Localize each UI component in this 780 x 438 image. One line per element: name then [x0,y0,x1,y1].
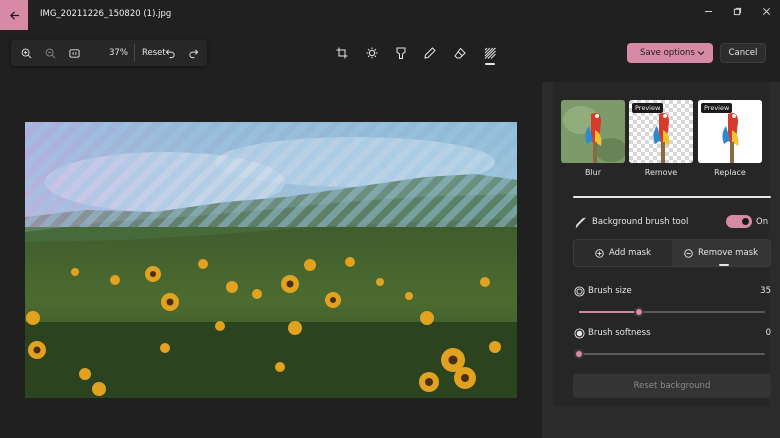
toolbar-divider [134,44,135,62]
slider-fill [579,311,639,313]
remove-mode-thumbnail[interactable]: Preview [629,100,693,163]
actual-size-icon [68,48,80,58]
section-divider [573,196,771,198]
zoom-percentage[interactable]: 37% [109,48,128,58]
remove-mask-label: Remove mask [697,248,759,258]
redo-button[interactable] [185,45,201,61]
remove-mode-label: Remove [644,168,678,177]
brush-size-icon [573,285,585,297]
background-icon [484,47,496,59]
reset-background-button[interactable]: Reset background [573,374,771,398]
replace-mode-label: Replace [714,168,746,177]
zoom-out-icon [45,48,55,58]
crop-tool[interactable] [333,44,351,62]
active-tool-indicator [485,63,495,65]
chevron-down-icon [697,51,705,56]
blur-mode-label: Blur [584,168,602,177]
maximize-button[interactable] [723,4,751,18]
save-options-button[interactable]: Save options [627,43,713,63]
erase-tool[interactable] [451,44,469,62]
selected-mode-indicator [719,264,729,266]
erase-icon [454,47,466,59]
add-mask-button[interactable]: Add mask [574,240,672,266]
minimize-button[interactable] [694,4,722,18]
brush-icon [574,216,586,228]
zoom-in-icon [21,48,31,58]
zoom-out-button[interactable] [42,45,58,61]
blur-mode-thumbnail[interactable] [561,100,625,163]
brush-tool-toggle[interactable] [726,215,752,228]
markup-pen-icon [424,47,436,59]
slider-thumb[interactable] [633,307,644,317]
undo-icon [165,49,175,58]
minimize-icon [704,10,712,12]
brush-size-value: 35 [760,286,771,296]
brush-softness-label: Brush softness [588,328,651,338]
back-button[interactable] [0,0,28,30]
slider-thumb[interactable] [574,349,584,359]
adjust-brightness-icon [366,47,378,59]
window-title: IMG_20211226_150820 (1).jpg [40,9,172,19]
preview-badge: Preview [632,103,664,113]
remove-mask-button[interactable]: Remove mask [672,240,770,266]
zoom-in-button[interactable] [18,45,34,61]
remove-circle-icon [684,248,693,258]
background-panel: Blur Preview Remove Preview Replace Back… [542,82,780,438]
panel-content: Blur Preview Remove Preview Replace Back… [553,82,771,406]
brush-softness-icon [573,327,585,339]
add-circle-icon [595,248,604,258]
photo-canvas[interactable] [25,122,517,398]
title-bar: IMG_20211226_150820 (1).jpg [0,0,780,30]
redo-icon [188,49,198,58]
brush-softness-slider[interactable] [574,349,765,359]
crop-icon [336,47,348,59]
adjust-tool[interactable] [363,44,381,62]
brush-softness-value: 0 [765,328,771,338]
brush-tool-label: Background brush tool [592,217,689,227]
preview-badge: Preview [701,103,733,113]
mask-overlay [25,122,517,227]
zoom-toolbar: 37% Reset [11,40,207,66]
brush-size-slider[interactable] [579,307,765,317]
mask-mode-selector: Add mask Remove mask [573,239,771,267]
toggle-knob [742,218,749,225]
background-tool[interactable] [481,44,499,62]
brush-size-label: Brush size [588,286,632,296]
arrow-left-icon [9,10,19,20]
save-options-label: Save options [640,48,695,58]
close-icon [762,7,770,15]
markup-tool[interactable] [421,44,439,62]
restore-icon [733,7,741,15]
actual-size-button[interactable] [66,45,82,61]
cancel-button[interactable]: Cancel [720,43,766,63]
filter-tool[interactable] [392,44,410,62]
undo-button[interactable] [162,45,178,61]
close-window-button[interactable] [752,4,780,18]
brush-tool-state: On [756,217,769,227]
add-mask-label: Add mask [609,248,651,258]
filter-icon [396,47,406,59]
replace-mode-thumbnail[interactable]: Preview [698,100,762,163]
